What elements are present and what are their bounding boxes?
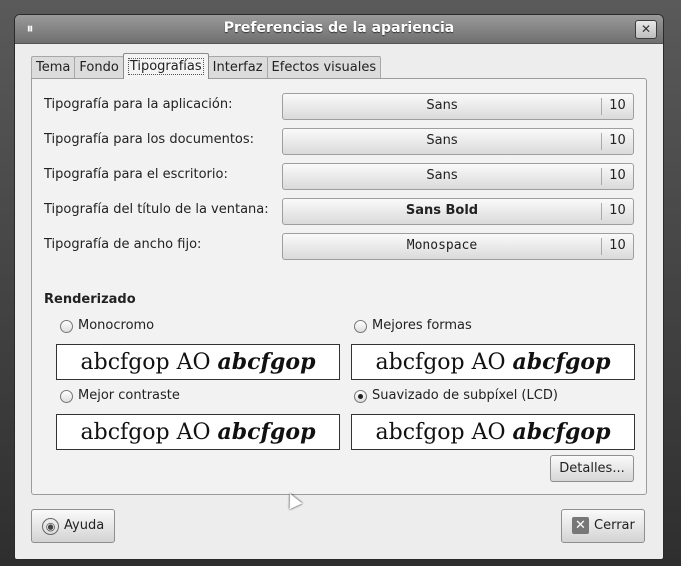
close-button[interactable]: ✕ Cerrar xyxy=(561,509,645,543)
tab-efectos-visuales[interactable]: Efectos visuales xyxy=(266,56,382,79)
sample-plain: abcfgop AO xyxy=(375,420,513,445)
font-label-desktop: Tipografía para el escritorio: xyxy=(44,167,228,182)
tab-tipografias-label: Tipografías xyxy=(127,58,204,75)
fonts-panel: Tipografía para la aplicación: Sans 10 T… xyxy=(31,78,647,495)
sample-plain: abcfgop AO xyxy=(375,350,513,375)
font-row-window-title: Tipografía del título de la ventana: San… xyxy=(44,198,634,225)
sample-best-contrast: abcfgop AO abcfgop xyxy=(56,414,340,450)
sample-monochrome: abcfgop AO abcfgop xyxy=(56,344,340,380)
close-icon: ✕ xyxy=(572,517,589,534)
radio-label: Mejores formas xyxy=(372,318,472,333)
sample-italic: abcfgop xyxy=(512,349,611,375)
window-title: Preferencias de la apariencia xyxy=(223,20,455,36)
font-name: Sans xyxy=(426,133,458,148)
radio-icon[interactable] xyxy=(60,320,73,333)
font-button-documents[interactable]: Sans 10 xyxy=(282,128,634,155)
font-row-documents: Tipografía para los documentos: Sans 10 xyxy=(44,128,634,155)
font-size: 10 xyxy=(609,238,626,253)
tab-bar: Tema Fondo Tipografías Interfaz Efectos … xyxy=(31,53,382,79)
font-label-documents: Tipografía para los documentos: xyxy=(44,132,255,147)
sample-plain: abcfgop AO xyxy=(80,420,218,445)
sample-italic: abcfgop xyxy=(217,419,316,445)
sample-plain: abcfgop AO xyxy=(80,350,218,375)
font-row-desktop: Tipografía para el escritorio: Sans 10 xyxy=(44,163,634,190)
font-row-monospace: Tipografía de ancho fijo: Monospace 10 xyxy=(44,233,634,260)
titlebar[interactable]: ⏸ Preferencias de la apariencia ✕ xyxy=(15,15,663,44)
font-label-window-title: Tipografía del título de la ventana: xyxy=(44,202,269,217)
preferences-window: ⏸ Preferencias de la apariencia ✕ Tema F… xyxy=(14,14,664,560)
radio-icon[interactable] xyxy=(354,320,367,333)
radio-icon[interactable] xyxy=(354,390,367,403)
sample-best-shapes: abcfgop AO abcfgop xyxy=(351,344,635,380)
tab-tipografias[interactable]: Tipografías xyxy=(122,53,209,79)
rendering-title: Renderizado xyxy=(44,292,136,307)
font-name: Sans Bold xyxy=(405,203,479,218)
tab-tema[interactable]: Tema xyxy=(31,56,76,79)
help-icon: ◉ xyxy=(42,518,59,535)
font-size: 10 xyxy=(609,203,626,218)
tab-interfaz[interactable]: Interfaz xyxy=(207,56,268,79)
radio-icon[interactable] xyxy=(60,390,73,403)
font-size: 10 xyxy=(609,98,626,113)
radio-label: Mejor contraste xyxy=(78,388,180,403)
font-row-application: Tipografía para la aplicación: Sans 10 xyxy=(44,93,634,120)
font-button-desktop[interactable]: Sans 10 xyxy=(282,163,634,190)
close-window-button[interactable]: ✕ xyxy=(635,20,657,39)
radio-label: Suavizado de subpíxel (LCD) xyxy=(372,388,558,403)
font-name: Monospace xyxy=(406,238,478,253)
font-size: 10 xyxy=(609,168,626,183)
help-label: Ayuda xyxy=(64,518,105,533)
details-button[interactable]: Detalles... xyxy=(550,455,634,482)
radio-label: Monocromo xyxy=(78,318,155,333)
font-label-monospace: Tipografía de ancho fijo: xyxy=(44,237,202,252)
font-button-application[interactable]: Sans 10 xyxy=(282,93,634,120)
close-label: Cerrar xyxy=(594,518,635,533)
help-button[interactable]: ◉ Ayuda xyxy=(31,509,115,543)
font-label-application: Tipografía para la aplicación: xyxy=(44,97,233,112)
sample-italic: abcfgop xyxy=(217,349,316,375)
font-button-window-title[interactable]: Sans Bold 10 xyxy=(282,198,634,225)
sample-italic: abcfgop xyxy=(512,419,611,445)
font-size: 10 xyxy=(609,133,626,148)
font-name: Sans xyxy=(426,168,458,183)
font-name: Sans xyxy=(426,98,458,113)
font-button-monospace[interactable]: Monospace 10 xyxy=(282,233,634,260)
sample-subpixel-lcd: abcfgop AO abcfgop xyxy=(351,414,635,450)
tab-fondo[interactable]: Fondo xyxy=(74,56,124,79)
